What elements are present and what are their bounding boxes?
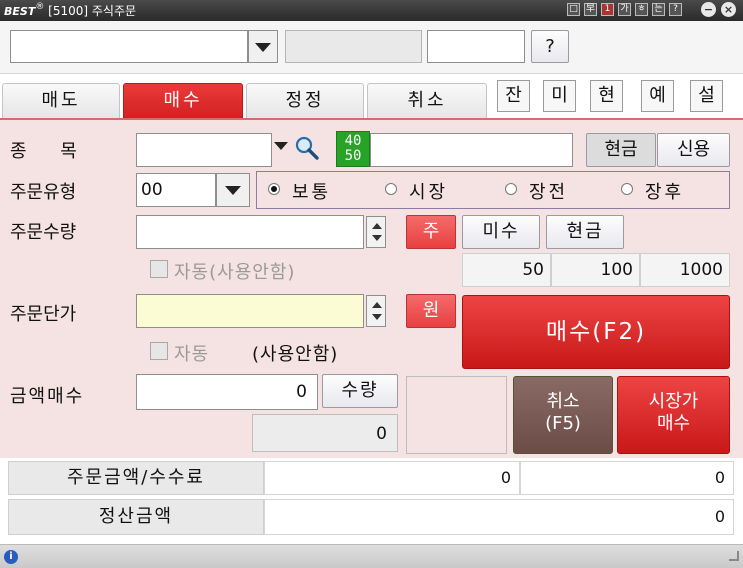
cancel-label: 취소 bbox=[546, 391, 580, 412]
stock-label: 종 목 bbox=[10, 141, 91, 162]
auto-quantity-checkbox[interactable] bbox=[150, 260, 168, 278]
order-type-label: 주문유형 bbox=[10, 182, 77, 203]
market-buy-button[interactable]: 시장가 매수 bbox=[617, 376, 730, 454]
account-dropdown-button[interactable] bbox=[248, 30, 278, 63]
window-restore-icon[interactable]: □ bbox=[567, 3, 580, 16]
price-label: 주문단가 bbox=[10, 304, 77, 325]
preset-100-button[interactable]: 100 bbox=[551, 253, 640, 287]
settings-button[interactable]: 설 bbox=[690, 80, 723, 112]
radio-pre-market-label: 장전 bbox=[529, 182, 569, 203]
window-title: BEST® [5100] 주식주문 bbox=[4, 2, 137, 18]
price-input[interactable] bbox=[136, 294, 364, 328]
credit-toggle-button[interactable]: 신용 bbox=[657, 133, 730, 167]
window-title-text: [5100] 주식주문 bbox=[48, 4, 137, 18]
radio-normal-label: 보통 bbox=[292, 182, 332, 203]
brand-logo: BEST bbox=[4, 5, 36, 18]
quantity-stepper[interactable] bbox=[366, 216, 386, 248]
amount-buy-input[interactable]: 0 bbox=[136, 374, 318, 410]
tab-modify[interactable]: 정정 bbox=[246, 83, 364, 118]
market-buy-label-line1: 시장가 bbox=[648, 391, 699, 412]
resize-grip-icon[interactable] bbox=[729, 551, 739, 561]
info-icon[interactable]: i bbox=[4, 550, 18, 564]
won-button[interactable]: 원 bbox=[406, 294, 456, 328]
shares-button[interactable]: 주 bbox=[406, 215, 456, 249]
badge-top-number: 40 bbox=[344, 133, 362, 149]
auto-price-suffix: (사용안함) bbox=[252, 344, 339, 365]
settlement-value: 0 bbox=[264, 499, 734, 535]
price-stepper[interactable] bbox=[366, 295, 386, 327]
preset-1000-button[interactable]: 1000 bbox=[640, 253, 730, 287]
status-bar: i bbox=[0, 544, 743, 568]
market-buy-label-line2: 매수 bbox=[656, 413, 691, 434]
radio-market[interactable] bbox=[385, 183, 397, 195]
screen-number-icon[interactable]: 1 bbox=[601, 3, 614, 16]
chevron-down-icon bbox=[255, 43, 271, 52]
magnifier-icon[interactable] bbox=[291, 134, 321, 164]
account-name-field bbox=[285, 30, 422, 63]
order-type-select[interactable]: 00 bbox=[136, 173, 216, 207]
order-amount-label: 주문금액/수수료 bbox=[8, 461, 264, 495]
account-select[interactable] bbox=[10, 30, 248, 63]
pin-icon[interactable]: 早 bbox=[584, 3, 597, 16]
font-size-icon[interactable]: 가 bbox=[618, 3, 631, 16]
quantity-label: 주문수량 bbox=[10, 222, 77, 243]
radio-after-market[interactable] bbox=[621, 183, 633, 195]
balance-button[interactable]: 잔 bbox=[497, 80, 530, 112]
link-icon[interactable]: ㅎ bbox=[635, 3, 648, 16]
stock-code-input[interactable] bbox=[136, 133, 272, 167]
password-field[interactable] bbox=[427, 30, 525, 63]
amount-buy-label: 금액매수 bbox=[10, 386, 85, 407]
title-bar: BEST® [5100] 주식주문 □ 早 1 가 ㅎ 는 ? − × bbox=[0, 0, 743, 21]
order-tabs: 매도 매수 정정 취소 잔 미 현 예 설 bbox=[0, 74, 743, 118]
radio-market-label: 시장 bbox=[409, 182, 449, 203]
cancel-shortcut: (F5) bbox=[545, 413, 581, 434]
auto-price-checkbox[interactable] bbox=[150, 342, 168, 360]
account-row: ? bbox=[0, 21, 743, 74]
current-price-button[interactable]: 현 bbox=[590, 80, 623, 112]
summary-table: 주문금액/수수료 0 0 정산금액 0 bbox=[0, 458, 743, 544]
radio-normal[interactable] bbox=[268, 183, 280, 195]
chart-badge-icon[interactable]: 40 50 bbox=[336, 131, 370, 167]
close-icon[interactable]: × bbox=[721, 2, 736, 17]
cancel-order-button[interactable]: 취소 (F5) bbox=[513, 376, 613, 454]
radio-pre-market[interactable] bbox=[505, 183, 517, 195]
quantity-input[interactable] bbox=[136, 215, 364, 249]
cash-qty-button[interactable]: 현금 bbox=[546, 215, 624, 249]
preset-50-button[interactable]: 50 bbox=[462, 253, 551, 287]
minimize-icon[interactable]: − bbox=[701, 2, 716, 17]
auto-quantity-label: 자동(사용안함) bbox=[174, 262, 296, 283]
help-icon[interactable]: ? bbox=[669, 3, 682, 16]
order-type-dropdown-button[interactable] bbox=[216, 173, 250, 207]
auto-price-label: 자동 bbox=[174, 344, 210, 365]
settlement-label: 정산금액 bbox=[8, 499, 264, 535]
cash-toggle-button[interactable]: 현금 bbox=[586, 133, 656, 167]
help-button[interactable]: ? bbox=[531, 30, 569, 63]
qty-calc-button[interactable]: 수량 bbox=[322, 374, 398, 408]
unfilled-qty-button[interactable]: 미수 bbox=[462, 215, 540, 249]
tab-sell[interactable]: 매도 bbox=[2, 83, 120, 118]
tab-cancel[interactable]: 취소 bbox=[367, 83, 487, 118]
tab-buy[interactable]: 매수 bbox=[123, 83, 243, 118]
layout-icon[interactable]: 는 bbox=[652, 3, 665, 16]
radio-after-market-label: 장후 bbox=[645, 182, 685, 203]
empty-info-box bbox=[406, 376, 507, 454]
chevron-down-icon[interactable] bbox=[274, 142, 288, 150]
order-amount-value: 0 bbox=[264, 461, 520, 495]
deposit-button[interactable]: 예 bbox=[641, 80, 674, 112]
buy-button[interactable]: 매수(F2) bbox=[462, 295, 730, 369]
chevron-down-icon bbox=[225, 186, 241, 195]
stock-name-field bbox=[370, 133, 573, 167]
badge-bottom-number: 50 bbox=[344, 148, 362, 164]
calculated-qty-field: 0 bbox=[252, 414, 398, 452]
unfilled-button[interactable]: 미 bbox=[543, 80, 576, 112]
fee-value: 0 bbox=[520, 461, 734, 495]
